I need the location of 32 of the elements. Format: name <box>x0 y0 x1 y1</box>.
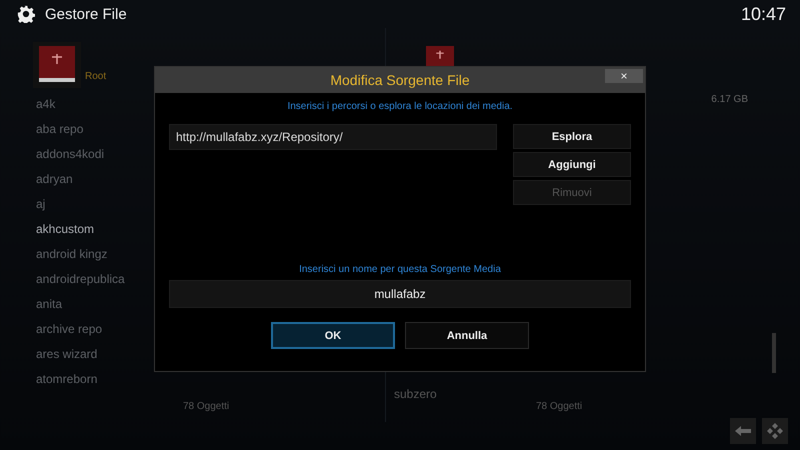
window-title: Gestore File <box>45 6 127 22</box>
folder-item[interactable]: atomreborn <box>33 367 98 392</box>
gamepad-icon[interactable] <box>762 418 788 444</box>
dialog-title: Modifica Sorgente File <box>330 72 470 88</box>
name-field[interactable]: mullafabz <box>169 280 631 308</box>
folder-item[interactable]: adryan <box>33 167 73 192</box>
folder-item[interactable]: archive repo <box>33 317 102 342</box>
root-label: Root <box>85 71 106 82</box>
folder-item[interactable]: addons4kodi <box>33 142 104 167</box>
folder-item[interactable]: subzero <box>386 387 768 401</box>
folder-item[interactable]: a4k <box>33 92 56 117</box>
folder-item[interactable]: android kingz <box>33 242 108 267</box>
hint-text: Inserisci un nome per questa Sorgente Media <box>298 264 502 275</box>
clock: 10:47 <box>740 4 786 24</box>
book-icon <box>33 42 81 88</box>
free-space: 6.17 GB <box>711 93 748 105</box>
action-button[interactable]: Aggiungi <box>513 152 631 177</box>
folder-item[interactable]: ares wizard <box>33 342 98 367</box>
hint-text: Inserisci i percorsi o esplora le locazioni dei media. <box>286 101 514 112</box>
settings-icon[interactable] <box>17 5 35 23</box>
folder-item[interactable]: androidrepublica <box>33 267 125 292</box>
folder-item[interactable]: anita <box>33 292 62 317</box>
folder-item[interactable]: aba repo <box>33 117 84 142</box>
item-count: 78 Oggetti <box>182 401 230 414</box>
path-item[interactable]: http://mullafabz.xyz/Repository/ <box>169 124 497 150</box>
close-button[interactable]: × <box>605 69 643 83</box>
dialog-button[interactable]: OK <box>271 322 395 349</box>
folder-item[interactable]: akhcustom <box>33 217 94 242</box>
dialog-button[interactable]: Annulla <box>405 322 529 349</box>
action-button[interactable]: Esplora <box>513 124 631 149</box>
folder-item[interactable]: aj <box>33 192 46 217</box>
item-count: 78 Oggetti <box>535 401 584 414</box>
